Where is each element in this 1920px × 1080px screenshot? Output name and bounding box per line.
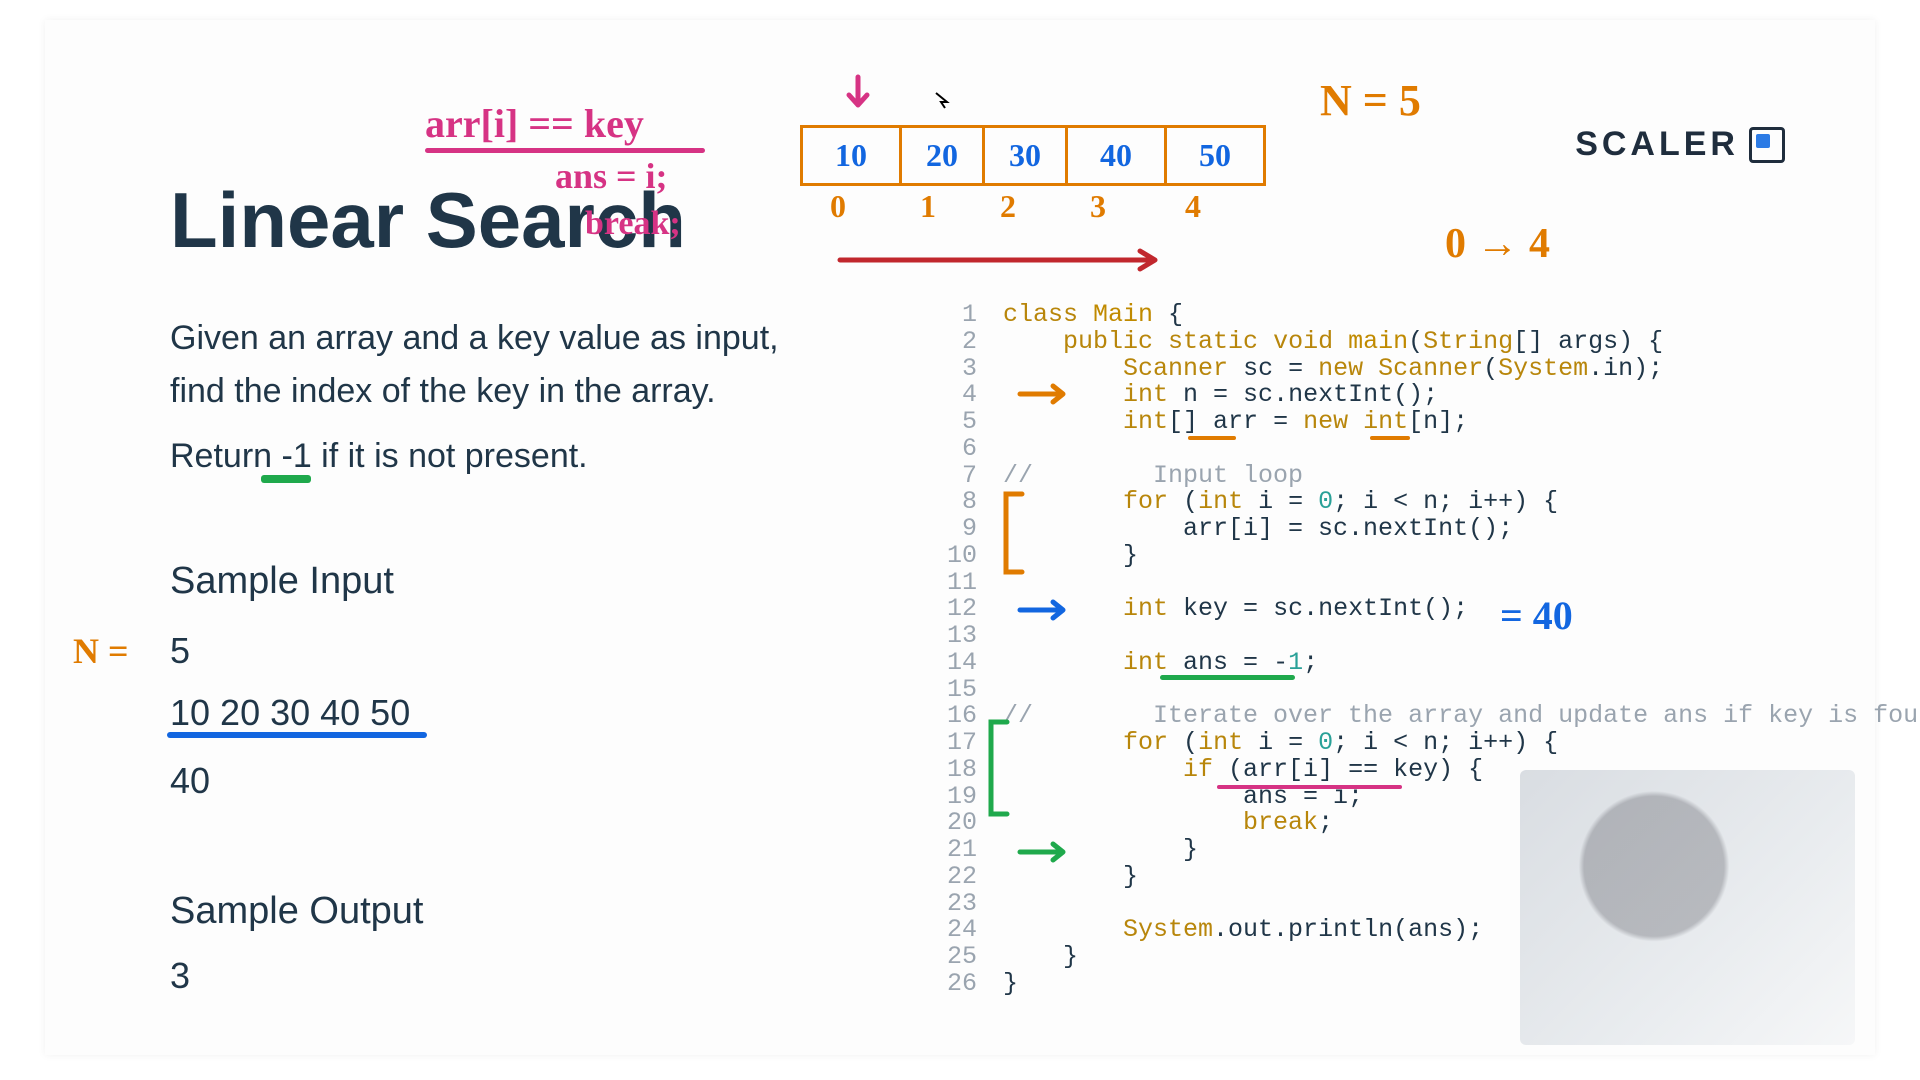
code-line: 13 — [925, 623, 1920, 650]
sample-input-n: 5 — [170, 630, 190, 672]
sample-output-value: 3 — [170, 955, 190, 997]
sample-input-array: 10 20 30 40 50 — [170, 692, 410, 734]
problem-text-2: Return -1 if it is not present. — [170, 430, 588, 483]
array-cell-4: 50 — [1167, 128, 1263, 183]
line-number: 26 — [925, 971, 1003, 998]
array-cell-1: 20 — [902, 128, 985, 183]
ann-break: break; — [585, 205, 681, 243]
bracket-search-loop-icon — [985, 718, 1015, 818]
ul-arr — [1188, 436, 1236, 440]
line-number: 11 — [925, 570, 1003, 597]
code-text: // Iterate over the array and update ans… — [1003, 703, 1920, 730]
ann-condition: arr[i] == key — [425, 100, 644, 147]
line-number: 21 — [925, 837, 1003, 864]
code-line: 6 — [925, 436, 1920, 463]
array-index-2: 2 — [1000, 188, 1016, 225]
code-text: int[] arr = new int[n]; — [1003, 409, 1468, 436]
line-number: 14 — [925, 650, 1003, 677]
brand-text: SCALER — [1575, 125, 1739, 164]
code-text: for (int i = 0; i < n; i++) { — [1003, 489, 1558, 516]
line-number: 9 — [925, 516, 1003, 543]
arrow-down-icon — [843, 75, 873, 120]
code-text: // Input loop — [1003, 463, 1303, 490]
line-number: 12 — [925, 596, 1003, 623]
line-number: 8 — [925, 489, 1003, 516]
sample-input-key: 40 — [170, 760, 210, 802]
code-line: 7// Input loop — [925, 463, 1920, 490]
line-number: 2 — [925, 329, 1003, 356]
line-number: 3 — [925, 356, 1003, 383]
array-cell-3: 40 — [1068, 128, 1167, 183]
ann-assign: ans = i; — [555, 155, 668, 197]
code-text: } — [1003, 944, 1078, 971]
ann-n-label: N = — [73, 630, 129, 672]
line-number: 22 — [925, 864, 1003, 891]
code-text: } — [1003, 864, 1138, 891]
code-line: 14 int ans = -1; — [925, 650, 1920, 677]
code-line: 8 for (int i = 0; i < n; i++) { — [925, 489, 1920, 516]
sample-input-heading: Sample Input — [170, 560, 394, 603]
line-number: 13 — [925, 623, 1003, 650]
code-text: arr[i] = sc.nextInt(); — [1003, 516, 1513, 543]
code-line: 9 arr[i] = sc.nextInt(); — [925, 516, 1920, 543]
array-cell-2: 30 — [985, 128, 1068, 183]
code-text: } — [1003, 971, 1018, 998]
webcam-overlay — [1520, 770, 1855, 1045]
ul-ans-init — [1160, 675, 1295, 680]
arrow-line12-icon — [1015, 598, 1075, 622]
brand-logo: SCALER — [1575, 125, 1785, 164]
code-text: if (arr[i] == key) { — [1003, 757, 1483, 784]
code-line: 15 — [925, 677, 1920, 704]
arrow-line21-icon — [1015, 840, 1075, 864]
array-index-4: 4 — [1185, 188, 1201, 225]
underline-minus1 — [261, 475, 311, 483]
code-text: Scanner sc = new Scanner(System.in); — [1003, 356, 1663, 383]
array-index-1: 1 — [920, 188, 936, 225]
code-text: System.out.println(ans); — [1003, 917, 1483, 944]
code-line: 5 int[] arr = new int[n]; — [925, 409, 1920, 436]
array-cell-0: 10 — [803, 128, 902, 183]
code-text: class Main { — [1003, 302, 1183, 329]
line-number: 7 — [925, 463, 1003, 490]
code-text: break; — [1003, 810, 1333, 837]
code-line: 1class Main { — [925, 302, 1920, 329]
ul-n — [1370, 436, 1410, 440]
code-text: int ans = -1; — [1003, 650, 1318, 677]
array-index-0: 0 — [830, 188, 846, 225]
slide: SCALER Linear Search Given an array and … — [45, 20, 1875, 1055]
sample-output-heading: Sample Output — [170, 890, 423, 933]
cursor-mark-icon — [933, 90, 953, 110]
code-line: 11 — [925, 570, 1920, 597]
arrow-line4-icon — [1015, 382, 1075, 406]
code-line: 3 Scanner sc = new Scanner(System.in); — [925, 356, 1920, 383]
arrow-right-icon — [835, 245, 1175, 275]
bracket-input-loop-icon — [1000, 490, 1030, 576]
line-number: 24 — [925, 917, 1003, 944]
brand-icon — [1749, 127, 1785, 163]
underline-array — [167, 732, 427, 738]
line-number: 1 — [925, 302, 1003, 329]
ann-n5: N = 5 — [1320, 75, 1421, 126]
line-number: 5 — [925, 409, 1003, 436]
problem-text-1: Given an array and a key value as input,… — [170, 312, 780, 417]
line-number: 10 — [925, 543, 1003, 570]
line-number: 25 — [925, 944, 1003, 971]
code-line: 2 public static void main(String[] args)… — [925, 329, 1920, 356]
array-index-3: 3 — [1090, 188, 1106, 225]
code-line: 10 } — [925, 543, 1920, 570]
line-number: 4 — [925, 382, 1003, 409]
code-text: public static void main(String[] args) { — [1003, 329, 1663, 356]
code-line: 17 for (int i = 0; i < n; i++) { — [925, 730, 1920, 757]
code-text: for (int i = 0; i < n; i++) { — [1003, 730, 1558, 757]
array-diagram: 10 20 30 40 50 — [800, 125, 1266, 186]
line-number: 6 — [925, 436, 1003, 463]
ann-range: 0 → 4 — [1445, 220, 1550, 268]
code-line: 16// Iterate over the array and update a… — [925, 703, 1920, 730]
line-number: 23 — [925, 891, 1003, 918]
line-number: 15 — [925, 677, 1003, 704]
ul-cond-code — [1217, 785, 1402, 789]
underline-cond — [425, 148, 705, 153]
